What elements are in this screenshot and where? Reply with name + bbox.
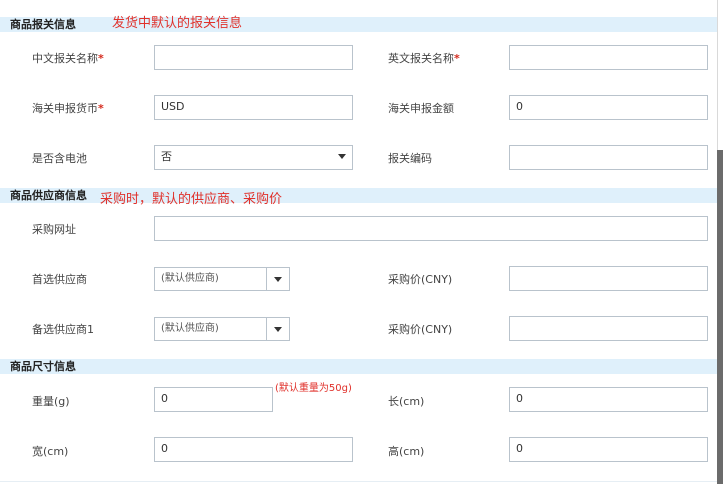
currency-input[interactable]: USD bbox=[154, 95, 353, 120]
purchase-url-label: 采购网址 bbox=[32, 223, 76, 236]
customs-note: 发货中默认的报关信息 bbox=[112, 16, 243, 31]
currency-label: 海关申报货币* bbox=[32, 102, 104, 115]
customs-section-header: 商品报关信息 bbox=[0, 17, 717, 32]
weight-note: (默认重量为50g) bbox=[275, 383, 352, 394]
primary-supplier-label: 首选供应商 bbox=[32, 273, 87, 286]
cn-name-input[interactable] bbox=[154, 45, 353, 70]
en-name-label: 英文报关名称* bbox=[388, 52, 460, 65]
supplier-note: 采购时，默认的供应商、采购价 bbox=[100, 192, 283, 207]
backup-supplier-value: (默认供应商) bbox=[161, 323, 219, 334]
length-input[interactable]: 0 bbox=[509, 387, 708, 412]
purchase-price-2-label: 采购价(CNY) bbox=[388, 323, 453, 336]
purchase-price-1-input[interactable] bbox=[509, 266, 708, 291]
width-label: 宽(cm) bbox=[32, 445, 69, 458]
bottom-divider bbox=[0, 481, 717, 482]
amount-input[interactable]: 0 bbox=[509, 95, 708, 120]
purchase-price-2-input[interactable] bbox=[509, 316, 708, 341]
height-input[interactable]: 0 bbox=[509, 437, 708, 462]
backup-supplier-select[interactable]: (默认供应商) bbox=[154, 317, 290, 341]
width-input[interactable]: 0 bbox=[154, 437, 353, 462]
primary-supplier-dropdown-button[interactable] bbox=[266, 268, 289, 290]
customs-section-title: 商品报关信息 bbox=[10, 18, 76, 31]
en-name-input[interactable] bbox=[509, 45, 708, 70]
length-label: 长(cm) bbox=[388, 395, 425, 408]
purchase-url-input[interactable] bbox=[154, 216, 708, 241]
primary-supplier-value: (默认供应商) bbox=[161, 273, 219, 284]
weight-label: 重量(g) bbox=[32, 395, 70, 408]
caret-down-icon bbox=[274, 327, 282, 332]
backup-supplier-label: 备选供应商1 bbox=[32, 323, 94, 336]
caret-down-icon bbox=[274, 277, 282, 282]
hs-code-input[interactable] bbox=[509, 145, 708, 170]
hs-code-label: 报关编码 bbox=[388, 152, 432, 165]
cn-name-label: 中文报关名称* bbox=[32, 52, 104, 65]
purchase-price-1-label: 采购价(CNY) bbox=[388, 273, 453, 286]
backup-supplier-dropdown-button[interactable] bbox=[266, 318, 289, 340]
battery-label: 是否含电池 bbox=[32, 152, 87, 165]
size-section-title: 商品尺寸信息 bbox=[10, 360, 76, 373]
battery-select-value: 否 bbox=[161, 150, 172, 163]
chevron-down-icon bbox=[338, 154, 346, 159]
size-section-header: 商品尺寸信息 bbox=[0, 359, 717, 374]
amount-label: 海关申报金额 bbox=[388, 102, 454, 115]
weight-input[interactable]: 0 bbox=[154, 387, 273, 412]
scrollbar[interactable] bbox=[717, 150, 723, 484]
product-form: 商品报关信息 发货中默认的报关信息 中文报关名称* 英文报关名称* 海关申报货币… bbox=[0, 0, 718, 484]
battery-select[interactable]: 否 bbox=[154, 145, 353, 170]
height-label: 高(cm) bbox=[388, 445, 425, 458]
supplier-section-title: 商品供应商信息 bbox=[10, 189, 87, 202]
primary-supplier-select[interactable]: (默认供应商) bbox=[154, 267, 290, 291]
